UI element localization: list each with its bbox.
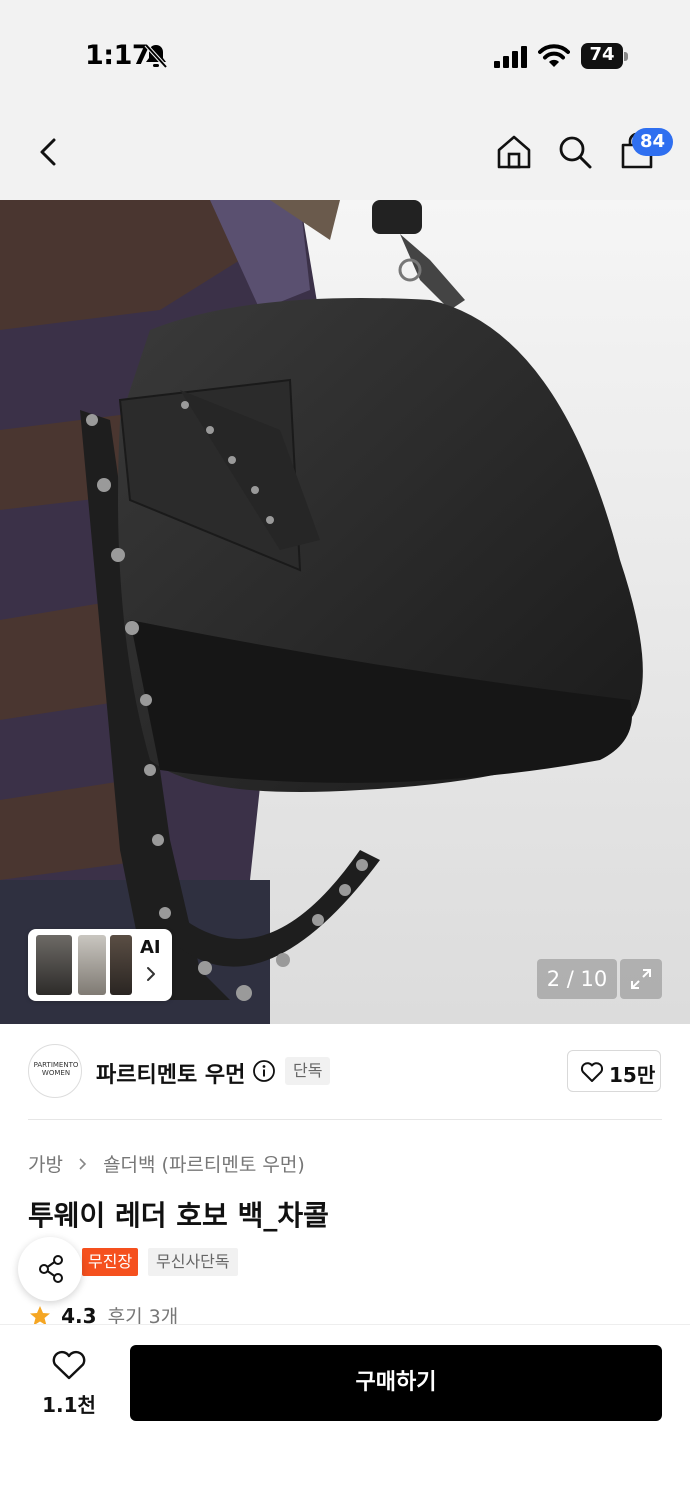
brand-name[interactable]: 파르티멘토 우먼 [96,1057,245,1089]
heart-icon [580,1062,604,1082]
brand-logo-text: PARTIMENTO WOMEN [29,1061,83,1077]
brand-row: PARTIMENTO WOMEN 파르티멘토 우먼 단독 15만 [0,1024,690,1120]
bell-off-icon [144,43,168,69]
search-icon[interactable] [555,132,595,172]
info-icon[interactable] [252,1059,276,1083]
ai-label: AI [140,937,161,958]
divider [28,1119,662,1120]
brand-logo-line1: PARTIMENTO [33,1061,79,1069]
share-button[interactable] [18,1237,82,1301]
expand-icon [631,969,651,989]
thumbnail-image [78,935,106,995]
exclusive-tag: 단독 [285,1057,331,1085]
breadcrumb-item-subcategory[interactable]: 숄더백 (파르티멘토 우먼) [103,1154,305,1176]
ai-look-thumbnail[interactable]: AI [28,929,172,1001]
chevron-right-icon [79,1157,87,1170]
product-photo [0,200,690,1024]
product-title: 투웨이 레더 호보 백_차콜 [28,1199,329,1232]
wishlist-count: 1.1천 [42,1393,96,1417]
wifi-icon [538,44,570,67]
cart-badge[interactable]: 84 [632,128,674,156]
exclusive-badge: 무신사단독 [148,1248,238,1276]
product-image-gallery[interactable]: AI 2 / 10 [0,200,690,1024]
wishlist-button[interactable]: 1.1천 [34,1347,104,1427]
promo-badge: 무진장 [82,1248,139,1276]
brand-like-button[interactable]: 15만 [567,1050,661,1092]
top-nav-bar: 84 [0,110,690,200]
brand-logo-line2: WOMEN [41,1069,71,1077]
brand-like-count: 15만 [609,1063,656,1087]
chevron-right-icon [147,967,155,981]
heart-icon [52,1350,86,1380]
status-bar: 1:17 74 [0,0,690,110]
share-icon [39,1255,63,1283]
buy-button[interactable]: 구매하기 [130,1345,662,1421]
home-icon[interactable] [494,132,534,172]
expand-button[interactable] [620,959,662,999]
image-page-counter: 2 / 10 [537,959,617,999]
thumbnail-image [110,935,132,995]
breadcrumb: 가방 숄더백 (파르티멘토 우먼) [28,1150,305,1177]
breadcrumb-item-category[interactable]: 가방 [28,1154,63,1176]
back-icon[interactable] [30,132,66,172]
signal-icon [494,46,527,68]
status-time: 1:17 [85,40,151,71]
battery-level: 74 [589,44,615,65]
brand-logo[interactable]: PARTIMENTO WOMEN [28,1044,82,1098]
thumbnail-image [36,935,72,995]
bottom-action-bar: 1.1천 구매하기 [0,1324,690,1500]
battery-indicator: 74 [581,43,629,69]
